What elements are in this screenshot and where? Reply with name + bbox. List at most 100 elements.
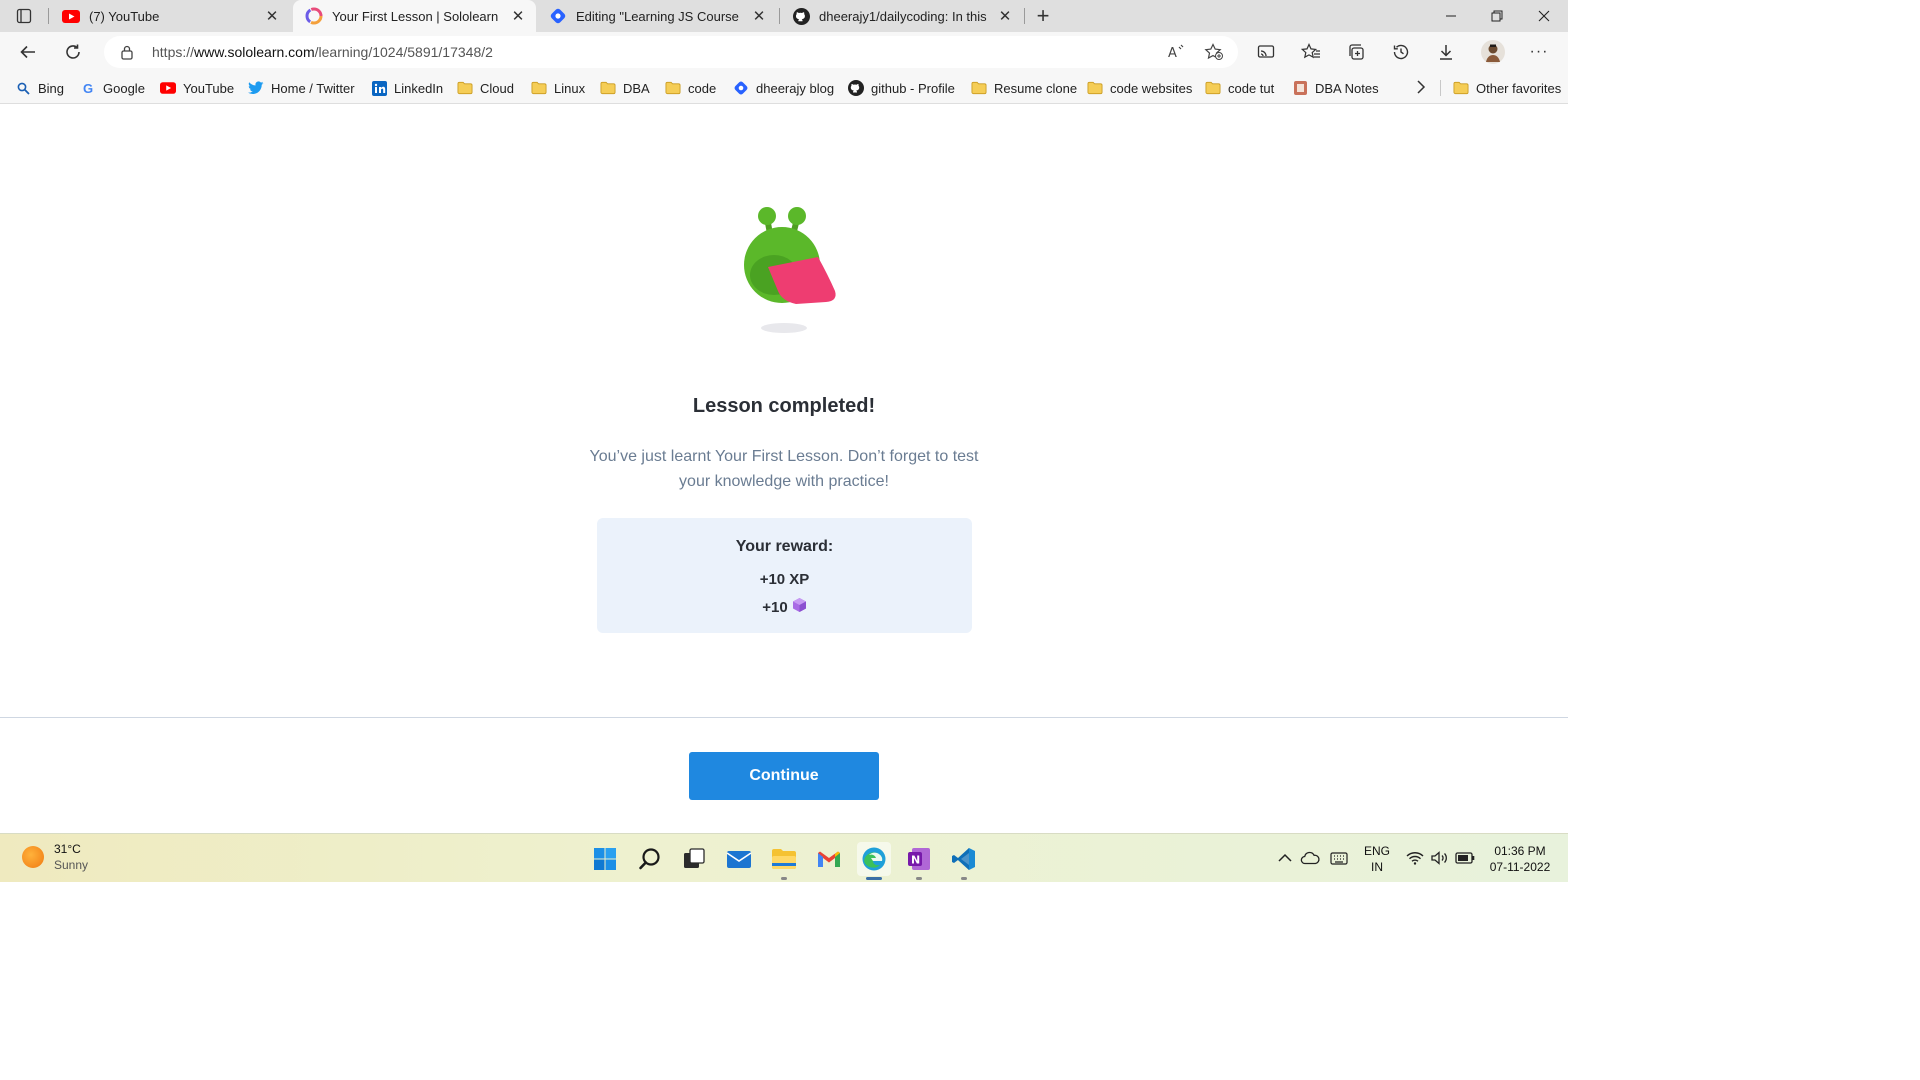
tab-sololearn[interactable]: Your First Lesson | Sololearn ✕ — [293, 0, 536, 32]
favorite-google[interactable]: G Google — [80, 78, 145, 98]
close-tab-icon[interactable]: ✕ — [749, 6, 769, 26]
avatar — [1481, 40, 1505, 64]
refresh-button[interactable] — [58, 38, 88, 66]
favorite-folder-cloud[interactable]: Cloud — [457, 78, 514, 98]
close-tab-icon[interactable]: ✕ — [508, 6, 528, 26]
downloads-button[interactable] — [1431, 38, 1461, 66]
touch-keyboard-button[interactable] — [1328, 846, 1350, 870]
favorite-dba-notes[interactable]: DBA Notes — [1292, 78, 1379, 98]
close-window-button[interactable] — [1521, 0, 1567, 32]
youtube-icon — [160, 80, 176, 96]
windows-logo-icon — [594, 848, 616, 870]
continue-button[interactable]: Continue — [689, 752, 879, 800]
twitter-icon — [248, 80, 264, 96]
url-prefix: https:// — [152, 44, 195, 60]
minimize-button[interactable] — [1428, 0, 1474, 32]
linkedin-icon — [371, 80, 387, 96]
taskbar-file-explorer-app[interactable] — [767, 842, 801, 880]
favorite-dheerajy-blog[interactable]: dheerajy blog — [733, 78, 834, 98]
taskbar-onenote-app[interactable]: N — [902, 842, 936, 880]
volume-button[interactable] — [1429, 846, 1451, 870]
close-tab-icon[interactable]: ✕ — [995, 6, 1015, 26]
task-view-button[interactable] — [677, 842, 711, 876]
favorite-folder-code-tut[interactable]: code tut — [1205, 78, 1274, 98]
favorite-label: Linux — [554, 80, 586, 96]
favorite-folder-resume-clone[interactable]: Resume clone — [971, 78, 1077, 98]
favorite-other-favorites[interactable]: Other favorites — [1453, 78, 1561, 98]
favorite-folder-dba[interactable]: DBA — [600, 78, 650, 98]
network-button[interactable] — [1404, 846, 1426, 870]
tab-separator — [1024, 8, 1025, 24]
hashnode-icon — [733, 80, 749, 96]
region-code: IN — [1371, 860, 1383, 874]
lock-icon[interactable] — [120, 44, 134, 65]
taskbar-search-button[interactable] — [633, 842, 667, 876]
taskbar-vscode-app[interactable] — [947, 842, 981, 880]
favorites-overflow-button[interactable] — [1416, 78, 1426, 98]
tab-hashnode[interactable]: Editing "Learning JS Course @So ✕ — [537, 0, 777, 32]
tab-youtube[interactable]: (7) YouTube ✕ — [50, 0, 290, 32]
favorite-label: github - Profile — [871, 80, 955, 96]
favorites-button[interactable] — [1296, 38, 1326, 66]
show-hidden-icons-button[interactable] — [1276, 846, 1294, 870]
address-bar[interactable]: https://www.sololearn.com/learning/1024/… — [104, 36, 1238, 68]
clock-date: 07-11-2022 — [1489, 860, 1551, 874]
footer-divider — [0, 717, 1568, 718]
favorite-twitter[interactable]: Home / Twitter — [248, 78, 355, 98]
history-button[interactable] — [1386, 38, 1416, 66]
youtube-icon — [62, 7, 80, 25]
favorite-bing[interactable]: Bing — [15, 78, 64, 98]
taskbar-edge-app[interactable] — [857, 842, 891, 880]
favorite-label: Google — [103, 80, 145, 96]
wifi-icon — [1406, 852, 1424, 865]
favorite-label: DBA Notes — [1315, 80, 1379, 96]
collections-button[interactable] — [1341, 38, 1371, 66]
favorite-label: Bing — [38, 80, 65, 96]
page-title: Lesson completed! — [692, 395, 876, 417]
plus-icon: + — [1036, 3, 1050, 28]
close-tab-icon[interactable]: ✕ — [262, 6, 282, 26]
sololearn-icon — [305, 7, 323, 25]
favorite-youtube[interactable]: YouTube — [160, 78, 234, 98]
new-tab-button[interactable]: + — [1031, 3, 1055, 28]
language-indicator[interactable]: ENG IN — [1364, 843, 1390, 875]
reward-gems-value: +10 — [762, 598, 788, 616]
url-text[interactable]: https://www.sololearn.com/learning/1024/… — [152, 44, 493, 60]
edge-browser-icon — [862, 847, 886, 871]
favorite-folder-code[interactable]: code — [665, 78, 716, 98]
favorite-folder-linux[interactable]: Linux — [531, 78, 585, 98]
taskbar-gmail-app[interactable] — [812, 842, 846, 876]
favorite-github-profile[interactable]: github - Profile — [848, 78, 955, 98]
url-path: /learning/1024/5891/17348/2 — [314, 44, 493, 60]
tab-actions-button[interactable] — [8, 4, 40, 28]
settings-more-button[interactable]: ··· — [1524, 38, 1554, 66]
onenote-icon: N — [908, 848, 930, 870]
restore-button[interactable] — [1474, 0, 1520, 32]
favorite-label: DBA — [623, 80, 650, 96]
bing-search-icon — [15, 80, 31, 96]
svg-text:A: A — [1168, 46, 1177, 61]
add-favorite-icon[interactable] — [1204, 43, 1224, 66]
close-icon — [1538, 10, 1550, 22]
windows-taskbar: 31°C Sunny N ENG IN 01:36 PM 07-11-2022 — [0, 833, 1568, 882]
folder-icon — [1087, 80, 1103, 96]
lesson-complete-page: Lesson completed! You’ve just learnt You… — [0, 105, 1568, 833]
favorite-label: Resume clone — [994, 80, 1078, 96]
taskbar-mail-app[interactable] — [722, 842, 756, 876]
read-aloud-icon[interactable]: A — [1167, 43, 1185, 66]
start-button[interactable] — [588, 842, 622, 876]
svg-text:N: N — [911, 854, 920, 867]
cast-button[interactable] — [1251, 38, 1281, 66]
back-button[interactable] — [13, 38, 43, 66]
system-clock[interactable]: 01:36 PM 07-11-2022 — [1480, 843, 1560, 875]
battery-button[interactable] — [1454, 846, 1476, 870]
history-icon — [1393, 44, 1409, 60]
google-icon: G — [82, 80, 94, 96]
weather-condition: Sunny — [54, 858, 89, 872]
weather-widget[interactable]: 31°C Sunny — [22, 842, 88, 872]
favorite-linkedin[interactable]: LinkedIn — [371, 78, 443, 98]
tab-github[interactable]: dheerajy1/dailycoding: In this re ✕ — [780, 0, 1023, 32]
profile-button[interactable] — [1478, 38, 1508, 66]
onedrive-tray-button[interactable] — [1299, 846, 1321, 870]
favorite-folder-code-websites[interactable]: code websites — [1087, 78, 1192, 98]
